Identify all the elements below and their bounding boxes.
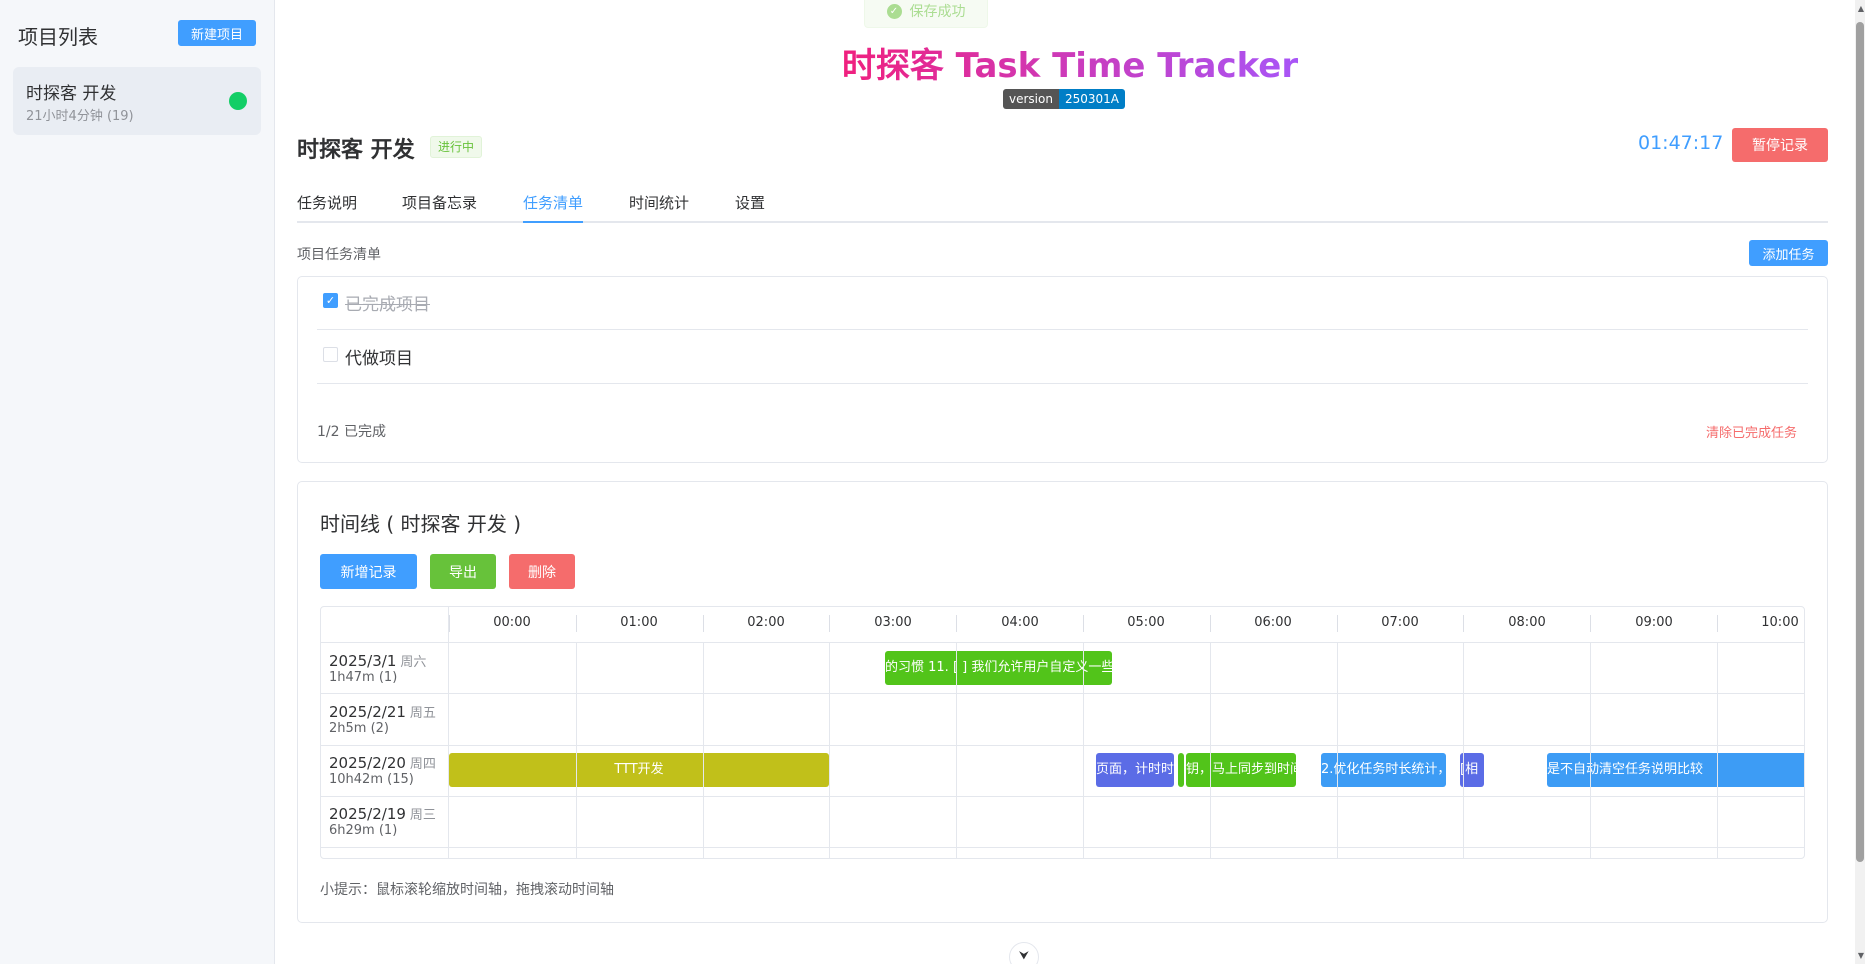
row-date: 2025/2/20 周四 xyxy=(329,754,436,772)
project-active-dot xyxy=(229,92,247,110)
row-divider xyxy=(321,693,1804,694)
header-divider xyxy=(321,642,1804,643)
task-checkbox[interactable]: ✓ xyxy=(323,293,338,308)
clear-completed-button[interactable]: 清除已完成任务 xyxy=(1706,422,1797,441)
hour-tick xyxy=(1463,615,1464,632)
project-status-tag: 进行中 xyxy=(430,136,483,158)
version-value: 250301A xyxy=(1058,89,1125,109)
version-badge: version 250301A xyxy=(1003,89,1125,109)
hour-tick xyxy=(1717,615,1718,632)
timeline-event[interactable]: 页面，计时时 xyxy=(1096,753,1174,787)
hour-label: 04:00 xyxy=(1001,615,1039,630)
add-record-button[interactable]: 新增记录 xyxy=(320,554,417,589)
row-meta: 1h47m (1) xyxy=(329,670,398,685)
scroll-up-arrow-icon[interactable]: ▲ xyxy=(1858,4,1864,13)
row-meta: 10h42m (15) xyxy=(329,772,414,787)
hour-gridline xyxy=(1337,643,1338,858)
check-circle-icon: ✓ xyxy=(886,3,902,19)
version-label: version xyxy=(1003,89,1059,109)
timeline-hint: 小提示：鼠标滚轮缩放时间轴，拖拽滚动时间轴 xyxy=(320,882,614,898)
sidebar: 项目列表 新建项目 时探客 开发 21小时4分钟 (19) xyxy=(0,0,275,964)
row-meta: 6h29m (1) xyxy=(329,823,398,838)
delete-button[interactable]: 删除 xyxy=(509,554,575,589)
success-toast: ✓ 保存成功 xyxy=(864,0,988,28)
hour-gridline xyxy=(829,643,830,858)
task-item: ✓ 已完成项目 xyxy=(317,277,1808,330)
hour-gridline xyxy=(1083,643,1084,858)
row-meta: 2h5m (2) xyxy=(329,721,389,736)
hour-gridline xyxy=(956,643,957,858)
project-item-meta: 21小时4分钟 (19) xyxy=(26,109,134,124)
hour-label: 01:00 xyxy=(620,615,658,630)
tab-bar: 任务说明 项目备忘录 任务清单 时间统计 设置 xyxy=(297,188,1828,223)
hour-gridline xyxy=(1717,643,1718,858)
row-date: 2025/3/1 周六 xyxy=(329,652,427,670)
scrollbar-thumb[interactable] xyxy=(1856,22,1864,862)
hour-label: 02:00 xyxy=(747,615,785,630)
row-divider xyxy=(321,745,1804,746)
tab-task-list[interactable]: 任务清单 xyxy=(523,192,584,223)
elapsed-timer: 01:47:17 xyxy=(1638,132,1724,154)
hour-gridline xyxy=(1590,643,1591,858)
hour-tick xyxy=(449,615,450,632)
timeline-grid[interactable]: 2025/3/1 周六 1h47m (1) 2025/2/21 周五 2h5m (2… xyxy=(320,606,1805,859)
timeline-card: 时间线 ( 时探客 开发 ) 新增记录 导出 删除 2025/3/1 周六 1h4… xyxy=(297,481,1828,923)
tab-project-memo[interactable]: 项目备忘录 xyxy=(402,192,477,223)
timeline-event[interactable] xyxy=(1178,753,1184,787)
tab-settings[interactable]: 设置 xyxy=(735,192,765,223)
chevron-down-icon[interactable]: ⮟ xyxy=(1009,942,1039,964)
hour-label: 05:00 xyxy=(1127,615,1165,630)
row-date: 2025/2/19 周三 xyxy=(329,805,436,823)
row-date: 2025/2/21 周五 xyxy=(329,703,436,721)
timeline-event[interactable]: 是不自动清空任务说明比较 xyxy=(1547,753,1804,787)
hour-gridline xyxy=(1210,643,1211,858)
timeline-event[interactable]: 2.优化任务时长统计， xyxy=(1321,753,1446,787)
app-title-text: 时探客 Task Time Tracker xyxy=(841,46,1299,86)
page-scrollbar[interactable]: ▲ ▼ xyxy=(1855,0,1865,964)
hour-tick xyxy=(829,615,830,632)
timeline-event[interactable]: 的习惯 11. [ ] 我们允许用户自定义一些 xyxy=(885,651,1112,685)
hour-label: 10:00 xyxy=(1761,615,1799,630)
task-progress: 1/2 已完成 xyxy=(317,424,386,440)
task-item: 代做项目 xyxy=(317,331,1808,384)
timeline-title: 时间线 ( 时探客 开发 ) xyxy=(320,512,522,536)
hour-tick xyxy=(1590,615,1591,632)
tab-task-description[interactable]: 任务说明 xyxy=(297,192,357,223)
hour-tick xyxy=(1337,615,1338,632)
timeline-event[interactable]: 钥，马上同步到时间 xyxy=(1186,753,1296,787)
hour-tick xyxy=(1210,615,1211,632)
app-title: 时探客 Task Time Tracker xyxy=(0,38,1865,87)
row-divider xyxy=(321,796,1804,797)
timeline-event[interactable]: TTT开发 xyxy=(449,753,829,787)
pause-recording-button[interactable]: 暂停记录 xyxy=(1732,128,1828,162)
hour-tick xyxy=(1083,615,1084,632)
label-column-divider xyxy=(448,607,449,858)
row-divider xyxy=(321,847,1804,848)
hour-gridline xyxy=(703,643,704,858)
hour-label: 00:00 xyxy=(493,615,531,630)
hour-label: 03:00 xyxy=(874,615,912,630)
scroll-down-arrow-icon[interactable]: ▼ xyxy=(1858,951,1864,960)
project-title: 时探客 开发 xyxy=(297,138,415,163)
hour-gridline xyxy=(1463,643,1464,858)
hour-tick xyxy=(576,615,577,632)
hour-label: 07:00 xyxy=(1381,615,1419,630)
task-list-card: ✓ 已完成项目 代做项目 1/2 已完成 清除已完成任务 xyxy=(297,276,1828,463)
export-button[interactable]: 导出 xyxy=(430,554,496,589)
hour-label: 06:00 xyxy=(1254,615,1292,630)
hour-gridline xyxy=(576,643,577,858)
task-text[interactable]: 代做项目 xyxy=(345,344,413,369)
hour-label: 08:00 xyxy=(1508,615,1546,630)
task-list-label: 项目任务清单 xyxy=(297,247,381,263)
hour-tick xyxy=(703,615,704,632)
tab-time-stats[interactable]: 时间统计 xyxy=(629,192,689,223)
hour-tick xyxy=(956,615,957,632)
task-text[interactable]: 已完成项目 xyxy=(345,290,430,315)
task-checkbox[interactable] xyxy=(323,347,338,362)
hour-label: 09:00 xyxy=(1635,615,1673,630)
add-task-button[interactable]: 添加任务 xyxy=(1749,240,1828,266)
toast-text: 保存成功 xyxy=(909,4,966,20)
